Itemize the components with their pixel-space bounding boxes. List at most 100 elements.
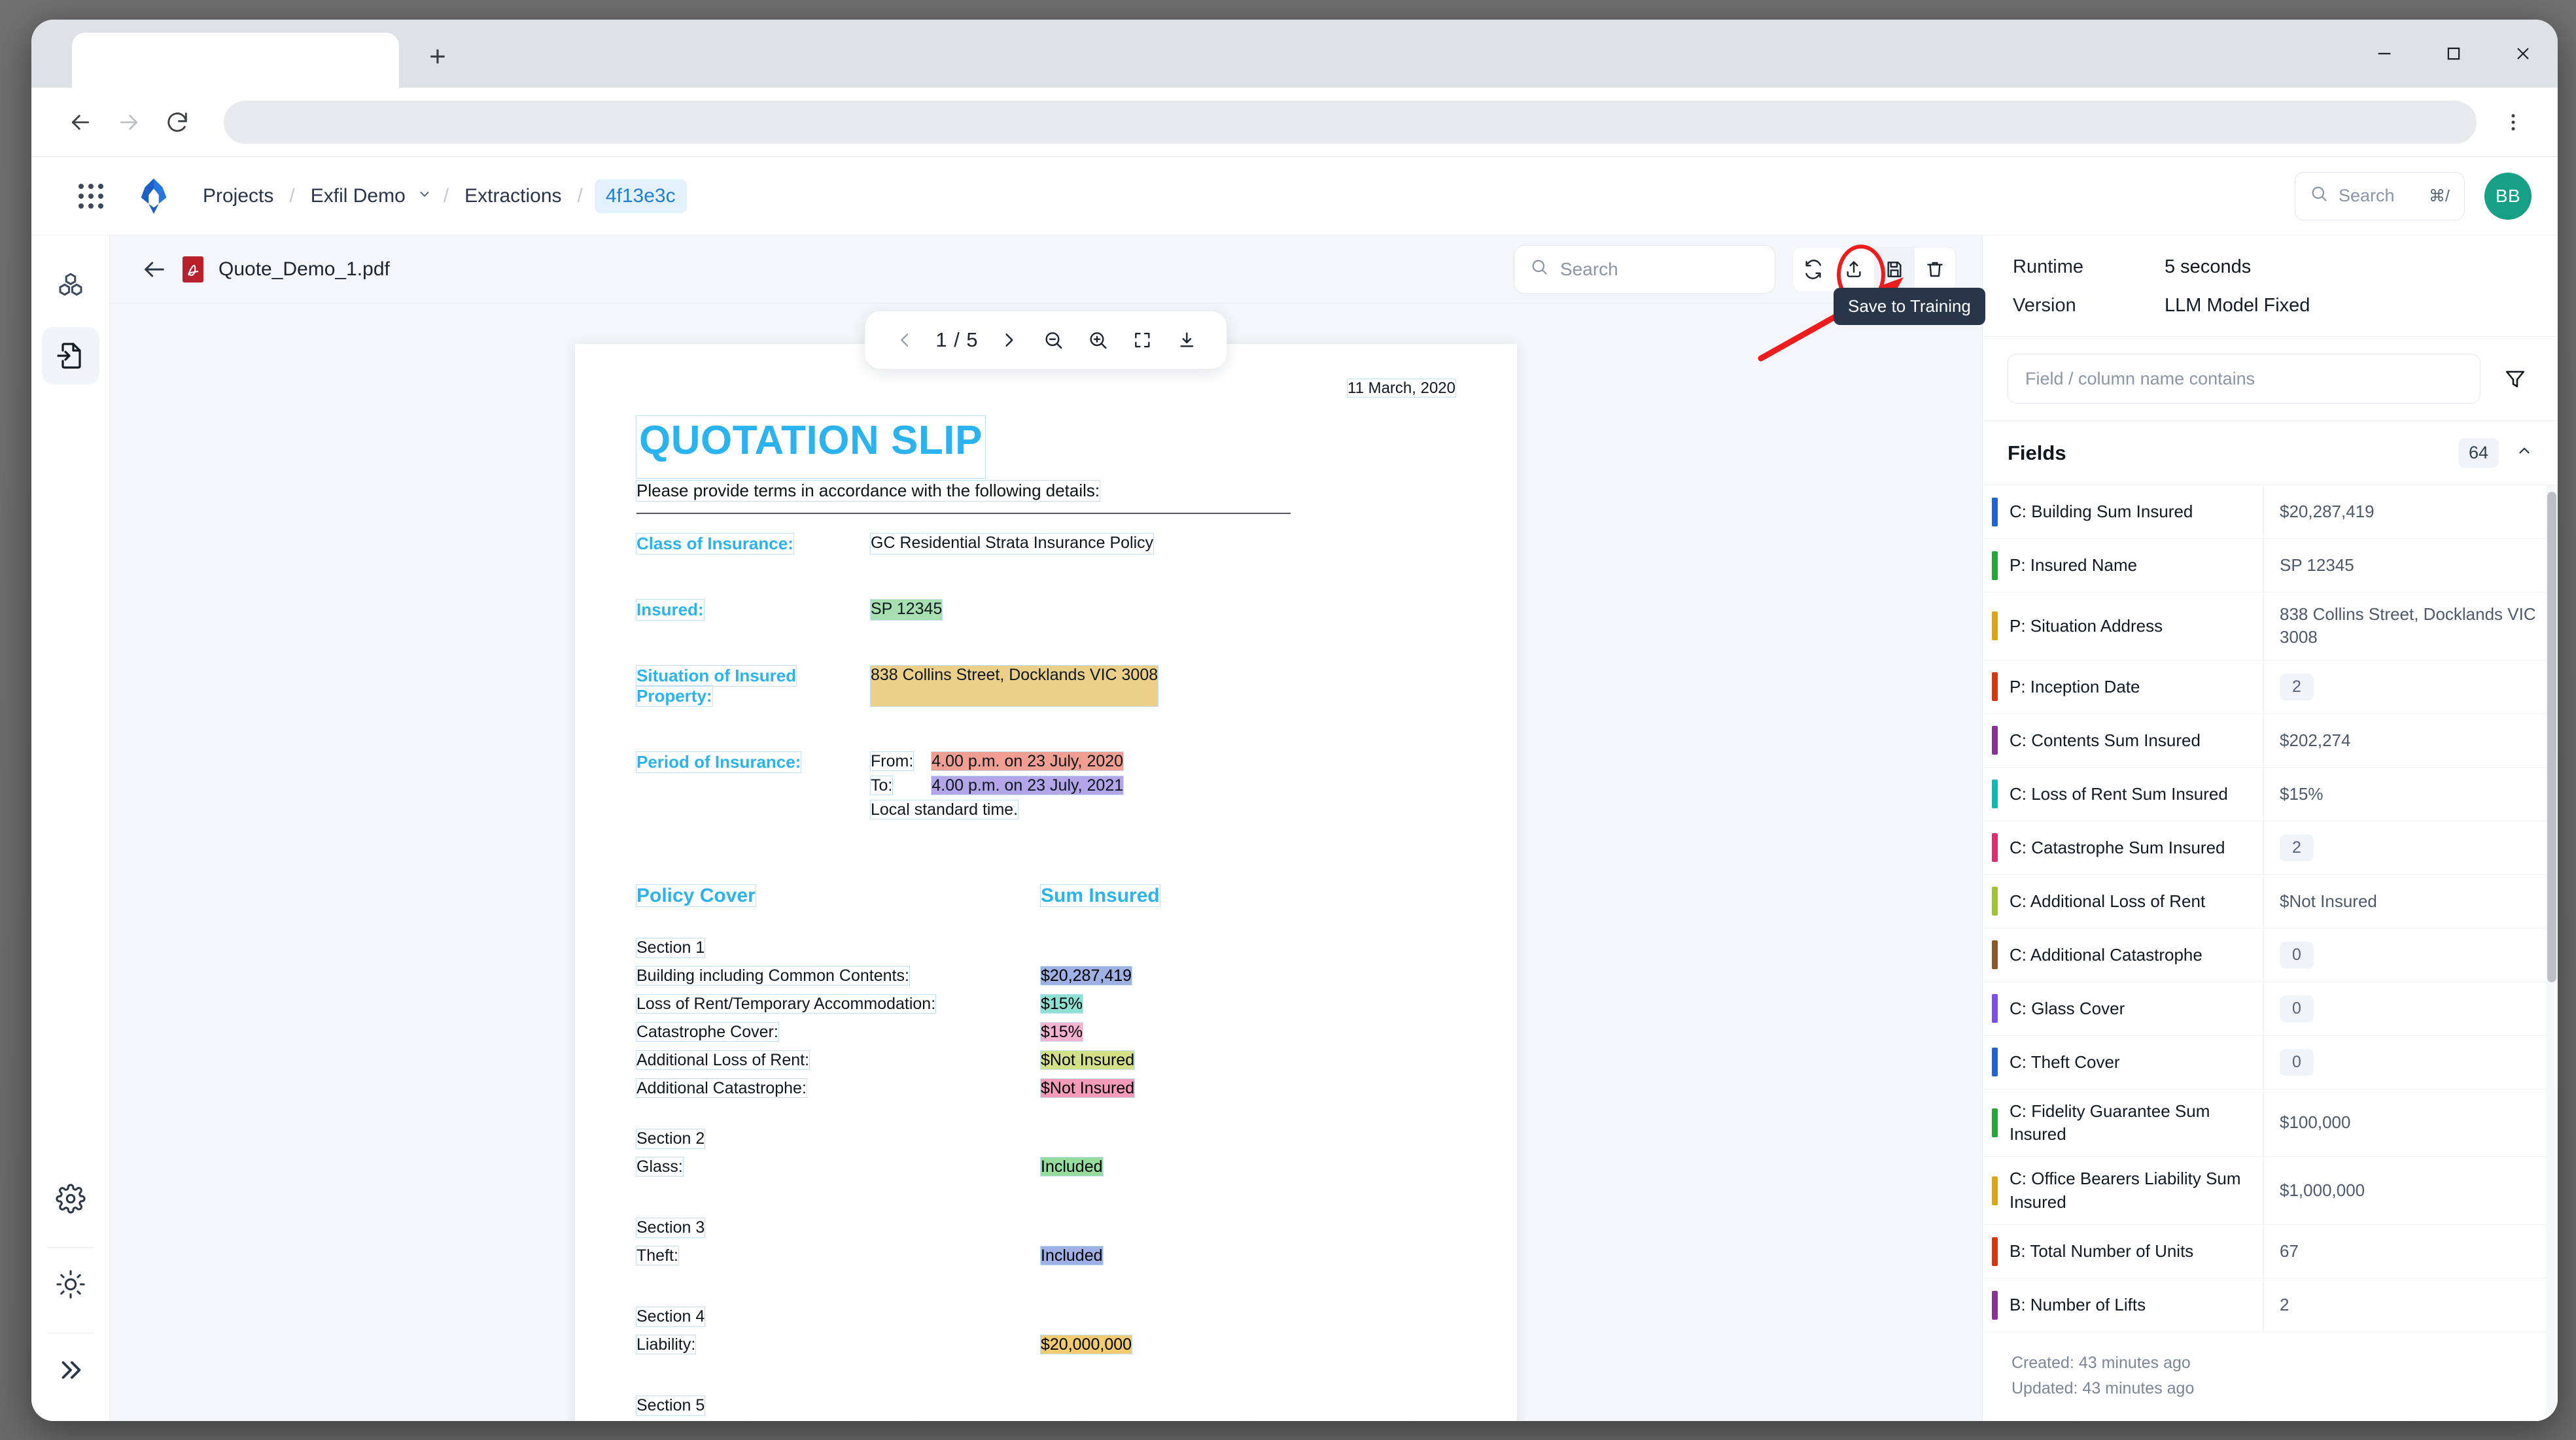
cover-header-right: Sum Insured <box>1040 884 1160 907</box>
table-row[interactable]: C: Office Bearers Liability Sum Insured $… <box>1983 1157 2558 1226</box>
global-search-input[interactable]: Search ⌘/ <box>2295 171 2465 220</box>
field-value-cell[interactable]: 2 <box>2264 821 2558 874</box>
table-row[interactable]: C: Loss of Rent Sum Insured $15% <box>1983 767 2558 821</box>
gear-icon[interactable] <box>42 1170 99 1227</box>
field-value-cell[interactable]: SP 12345 <box>2264 539 2558 592</box>
fit-screen-icon[interactable] <box>1123 320 1163 360</box>
prev-page-button[interactable] <box>884 320 925 360</box>
field-value-cell[interactable]: 838 Collins Street, Docklands VIC 3008 <box>2264 592 2558 660</box>
extractions-icon[interactable] <box>41 327 99 385</box>
table-row[interactable]: C: Building Sum Insured $20,287,419 <box>1983 485 2558 539</box>
field-value-cell[interactable]: $202,274 <box>2264 714 2558 767</box>
document-divider <box>636 513 1291 514</box>
upload-icon[interactable] <box>1834 247 1874 292</box>
field-value-cell[interactable]: $20,287,419 <box>2264 485 2558 538</box>
zoom-in-icon[interactable] <box>1078 320 1119 360</box>
minimize-icon[interactable] <box>2350 20 2419 88</box>
pdf-page-toolbar: 1 / 5 <box>865 311 1227 369</box>
table-row[interactable]: C: Catastrophe Sum Insured 2 <box>1983 821 2558 875</box>
breadcrumb-separator: / <box>577 184 583 207</box>
field-name-cell: C: Fidelity Guarantee Sum Insured <box>1983 1089 2264 1157</box>
field-value: 2 <box>2280 673 2314 700</box>
trash-icon[interactable] <box>1915 247 1955 292</box>
cover-value: $Not Insured <box>1039 1050 1136 1070</box>
table-row[interactable]: C: Contents Sum Insured $202,274 <box>1983 713 2558 768</box>
cover-label: Glass: <box>636 1157 684 1176</box>
breadcrumb-extractions[interactable]: Extractions <box>461 185 565 207</box>
new-tab-button[interactable]: + <box>409 29 466 85</box>
fields-scrollbar-thumb[interactable] <box>2547 492 2556 982</box>
avatar[interactable]: BB <box>2484 172 2532 220</box>
chevron-down-icon[interactable] <box>417 187 432 205</box>
fields-list[interactable]: C: Building Sum Insured $20,287,419 P: Ins… <box>1983 485 2558 1421</box>
funnel-icon[interactable] <box>2498 361 2533 396</box>
app-logo <box>141 178 167 214</box>
download-icon[interactable] <box>1167 320 1208 360</box>
viewer-back-button[interactable] <box>136 251 173 288</box>
field-value-cell[interactable]: 0 <box>2264 1036 2558 1089</box>
brightness-icon[interactable] <box>42 1256 99 1313</box>
field-color-bar <box>1992 1290 1998 1320</box>
field-color-bar <box>1992 726 1998 755</box>
run-metadata: Runtime 5 seconds Version LLM Model Fixe… <box>1983 235 2558 336</box>
runtime-row: Runtime 5 seconds <box>2013 256 2528 278</box>
table-row[interactable]: C: Additional Loss of Rent $Not Insured <box>1983 874 2558 929</box>
back-icon[interactable] <box>56 98 105 146</box>
field-value-cell[interactable]: $100,000 <box>2264 1089 2558 1157</box>
table-row[interactable]: C: Theft Cover 0 <box>1983 1035 2558 1089</box>
table-row[interactable]: C: Glass Cover 0 <box>1983 982 2558 1036</box>
cover-value: $20,287,419 <box>1039 966 1133 986</box>
field-value: 0 <box>2280 941 2314 969</box>
field-value: $100,000 <box>2280 1112 2351 1133</box>
field-label: C: Glass Cover <box>2010 998 2125 1018</box>
field-color-bar <box>1992 780 1998 809</box>
address-bar[interactable] <box>224 100 2477 144</box>
table-row[interactable]: C: Additional Catastrophe 0 <box>1983 928 2558 982</box>
breadcrumb-projects[interactable]: Projects <box>199 185 277 207</box>
field-filter-input[interactable]: Field / column name contains <box>2008 354 2480 403</box>
field-color-bar <box>1992 1237 1998 1266</box>
table-row[interactable]: C: Fidelity Guarantee Sum Insured $100,00… <box>1983 1089 2558 1157</box>
reload-icon[interactable] <box>153 98 201 146</box>
breadcrumb-current-id[interactable]: 4f13e3c <box>594 179 687 213</box>
field-value-cell[interactable]: 67 <box>2264 1225 2558 1278</box>
zoom-out-icon[interactable] <box>1034 320 1074 360</box>
field-value-cell[interactable]: $15% <box>2264 768 2558 821</box>
field-value-cell[interactable]: 0 <box>2264 982 2558 1035</box>
grid-apps-icon[interactable] <box>78 183 103 209</box>
field-label: C: Additional Loss of Rent <box>2010 891 2206 911</box>
refresh-icon[interactable] <box>1793 247 1834 292</box>
field-value-cell[interactable]: 2 <box>2264 1278 2558 1331</box>
next-page-button[interactable] <box>989 320 1030 360</box>
chevron-up-icon[interactable] <box>2516 442 2533 464</box>
field-color-bar <box>1992 1108 1998 1138</box>
field-value-cell[interactable]: $1,000,000 <box>2264 1157 2558 1224</box>
models-icon[interactable] <box>42 258 99 315</box>
table-row[interactable]: B: Total Number of Units 67 <box>1983 1225 2558 1279</box>
period-values: From: 4.00 p.m. on 23 July, 2020 To: 4.0… <box>869 751 1124 819</box>
field-value-cell[interactable]: $Not Insured <box>2264 875 2558 928</box>
document-title: QUOTATION SLIP <box>636 415 986 479</box>
browser-navigation-bar <box>31 88 2558 157</box>
expand-chevrons-icon[interactable] <box>42 1341 99 1399</box>
field-value-cell[interactable]: 0 <box>2264 929 2558 982</box>
field-value-cell[interactable]: 2 <box>2264 660 2558 713</box>
kebab-menu-icon[interactable] <box>2494 98 2533 146</box>
close-icon[interactable] <box>2488 20 2558 88</box>
period-from-value: 4.00 p.m. on 23 July, 2020 <box>931 751 1124 771</box>
table-row[interactable]: P: Inception Date 2 <box>1983 660 2558 714</box>
browser-tab[interactable] <box>72 33 399 88</box>
maximize-icon[interactable] <box>2419 20 2488 88</box>
table-row[interactable]: P: Situation Address 838 Collins Street, … <box>1983 592 2558 660</box>
table-row[interactable]: P: Insured Name SP 12345 <box>1983 539 2558 592</box>
field-label: B: Number of Lifts <box>2010 1294 2146 1314</box>
document-search-input[interactable]: Search <box>1514 245 1775 294</box>
pdf-page: 11 March, 2020 QUOTATION SLIP Please pro… <box>575 344 1517 1421</box>
save-to-training-button[interactable] <box>1874 247 1915 292</box>
table-row[interactable]: B: Number of Lifts 2 <box>1983 1278 2558 1333</box>
table-row: Glass: Included <box>636 1157 1455 1176</box>
breadcrumb-exfil-demo[interactable]: Exfil Demo <box>307 185 409 207</box>
